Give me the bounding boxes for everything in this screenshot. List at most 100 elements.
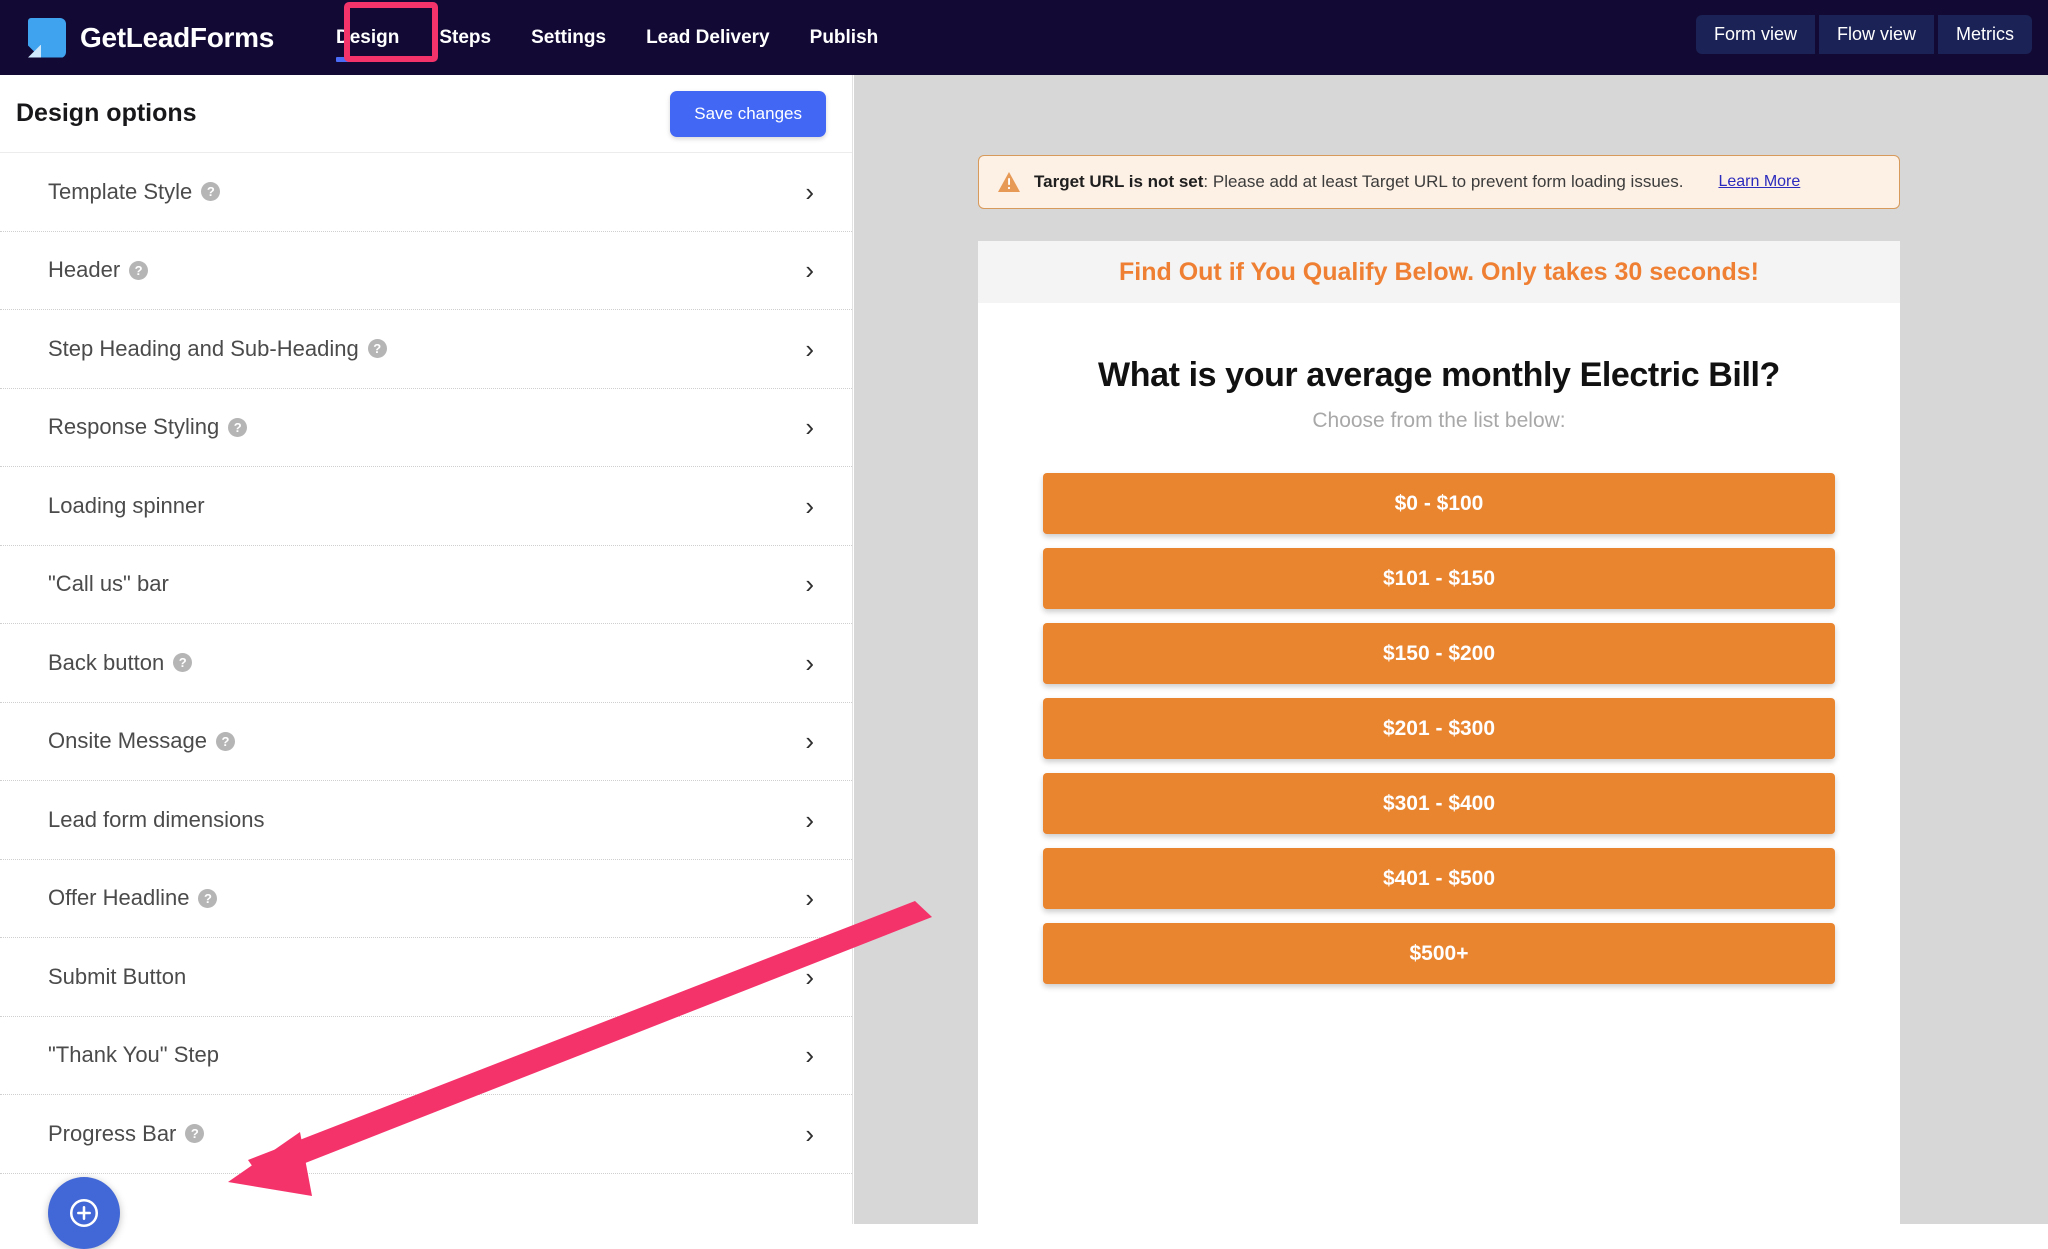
- sidebar-item-onsite-message[interactable]: Onsite Message? ›: [0, 703, 852, 781]
- top-navigation-bar: GetLeadForms Design Steps Settings Lead …: [0, 0, 2048, 75]
- chevron-right-icon[interactable]: ›: [805, 179, 814, 205]
- page-fold-logo-icon: [28, 17, 66, 58]
- nav-link-settings-label: Settings: [531, 26, 607, 48]
- lead-form-preview-card: Find Out if You Qualify Below. Only take…: [978, 241, 1900, 1224]
- flow-view-button[interactable]: Flow view: [1818, 15, 1934, 54]
- sidebar-item-label-wrap: Lead form dimensions: [48, 807, 264, 833]
- nav-link-design-label: Design: [336, 26, 400, 48]
- answer-option-button[interactable]: $101 - $150: [1043, 548, 1835, 609]
- help-icon[interactable]: ?: [228, 417, 248, 437]
- sidebar-item-offer-headline[interactable]: Offer Headline? ›: [0, 860, 852, 938]
- sidebar-item-label: Offer Headline: [48, 885, 190, 911]
- answer-options-list: $0 - $100 $101 - $150 $150 - $200 $201 - $3…: [978, 473, 1900, 984]
- sidebar-item-label: Back button: [48, 649, 165, 675]
- chevron-right-icon[interactable]: ›: [805, 650, 814, 676]
- nav-link-steps-label: Steps: [439, 26, 492, 48]
- sidebar-item-label: Header: [48, 257, 121, 283]
- sidebar-item-label: Lead form dimensions: [48, 806, 265, 832]
- learn-more-link[interactable]: Learn More: [1718, 173, 1800, 191]
- chevron-right-icon[interactable]: ›: [805, 885, 814, 911]
- sidebar-item-template-style[interactable]: Template Style? ›: [0, 153, 852, 232]
- nav-link-publish[interactable]: Publish: [790, 21, 899, 55]
- chevron-right-icon[interactable]: ›: [805, 1042, 814, 1068]
- nav-active-underline: [336, 56, 400, 62]
- sidebar-header: Design options Save changes: [0, 75, 852, 153]
- sidebar-item-label: Loading spinner: [48, 492, 205, 518]
- form-view-button[interactable]: Form view: [1695, 15, 1815, 54]
- design-options-list: Template Style? › Header? › Step Heading and…: [0, 153, 852, 1174]
- sidebar-item-loading-spinner[interactable]: Loading spinner ›: [0, 467, 852, 546]
- help-icon[interactable]: ?: [215, 731, 235, 751]
- sidebar-item-label: Template Style: [48, 178, 193, 204]
- chat-bubble-icon[interactable]: [48, 1177, 120, 1249]
- sidebar-item-label: Step Heading and Sub-Heading: [48, 335, 359, 361]
- sidebar-item-label-wrap: Offer Headline?: [48, 885, 218, 911]
- warning-triangle-icon: [998, 172, 1020, 192]
- answer-option-button[interactable]: $401 - $500: [1043, 848, 1835, 909]
- design-options-sidebar: Design options Save changes Template Sty…: [0, 75, 853, 1224]
- sidebar-item-call-us-bar[interactable]: "Call us" bar ›: [0, 546, 852, 624]
- chevron-right-icon[interactable]: ›: [805, 964, 814, 990]
- chevron-right-icon[interactable]: ›: [805, 257, 814, 283]
- chevron-right-icon[interactable]: ›: [805, 493, 814, 519]
- sidebar-item-back-button[interactable]: Back button? ›: [0, 624, 852, 703]
- chevron-right-icon[interactable]: ›: [805, 1121, 814, 1147]
- sidebar-item-label: Onsite Message: [48, 728, 207, 754]
- metrics-button[interactable]: Metrics: [1938, 15, 2032, 54]
- nav-link-settings[interactable]: Settings: [511, 21, 626, 55]
- sidebar-item-lead-form-dimensions[interactable]: Lead form dimensions ›: [0, 781, 852, 860]
- sidebar-item-label: "Thank You" Step: [48, 1042, 219, 1068]
- sidebar-item-label-wrap: Onsite Message?: [48, 728, 235, 754]
- sidebar-item-label-wrap: "Call us" bar: [48, 571, 169, 597]
- form-preview-panel: Target URL is not set: Please add at lea…: [854, 75, 2048, 1224]
- brand-name: GetLeadForms: [80, 21, 274, 53]
- nav-link-lead-delivery[interactable]: Lead Delivery: [626, 21, 790, 55]
- sidebar-item-response-styling[interactable]: Response Styling? ›: [0, 389, 852, 467]
- nav-link-lead-delivery-label: Lead Delivery: [646, 26, 770, 48]
- alert-message: Target URL is not set: Please add at lea…: [1034, 172, 1683, 192]
- sidebar-item-label: Progress Bar: [48, 1120, 177, 1146]
- sidebar-item-label-wrap: Step Heading and Sub-Heading?: [48, 336, 387, 362]
- chevron-right-icon[interactable]: ›: [805, 336, 814, 362]
- answer-option-button[interactable]: $201 - $300: [1043, 698, 1835, 759]
- answer-option-button[interactable]: $500+: [1043, 923, 1835, 984]
- sidebar-item-label-wrap: Progress Bar?: [48, 1120, 205, 1147]
- sidebar-item-label-wrap: Response Styling?: [48, 414, 248, 440]
- step-heading: What is your average monthly Electric Bi…: [1098, 356, 1780, 394]
- brand-logo-group[interactable]: GetLeadForms: [28, 17, 274, 58]
- sidebar-item-progress-bar[interactable]: Progress Bar? ›: [0, 1095, 852, 1174]
- nav-link-design[interactable]: Design: [316, 21, 419, 62]
- sidebar-item-label-wrap: Header?: [48, 257, 149, 283]
- alert-message-bold: Target URL is not set: [1034, 172, 1204, 191]
- help-icon[interactable]: ?: [173, 653, 193, 673]
- page-title: Design options: [16, 99, 197, 127]
- main-nav-links: Design Steps Settings Lead Delivery Publ…: [316, 21, 899, 62]
- sidebar-item-header[interactable]: Header? ›: [0, 232, 852, 310]
- sidebar-item-thank-you-step[interactable]: "Thank You" Step ›: [0, 1017, 852, 1095]
- chevron-right-icon[interactable]: ›: [805, 728, 814, 754]
- sidebar-item-label-wrap: Loading spinner: [48, 493, 205, 519]
- help-icon[interactable]: ?: [198, 888, 218, 908]
- save-changes-button[interactable]: Save changes: [670, 90, 826, 137]
- chevron-right-icon[interactable]: ›: [805, 571, 814, 597]
- help-icon[interactable]: ?: [367, 339, 387, 359]
- sidebar-item-submit-button[interactable]: Submit Button ›: [0, 938, 852, 1017]
- sidebar-item-label-wrap: "Thank You" Step: [48, 1042, 219, 1068]
- sidebar-item-step-heading-and-sub-heading[interactable]: Step Heading and Sub-Heading? ›: [0, 310, 852, 389]
- chevron-right-icon[interactable]: ›: [805, 807, 814, 833]
- answer-option-button[interactable]: $0 - $100: [1043, 473, 1835, 534]
- answer-option-button[interactable]: $301 - $400: [1043, 773, 1835, 834]
- sidebar-item-label-wrap: Back button?: [48, 649, 193, 676]
- sidebar-item-label-wrap: Submit Button: [48, 964, 186, 990]
- answer-option-button[interactable]: $150 - $200: [1043, 623, 1835, 684]
- chevron-right-icon[interactable]: ›: [805, 414, 814, 440]
- nav-link-steps[interactable]: Steps: [419, 21, 511, 55]
- offer-headline: Find Out if You Qualify Below. Only take…: [978, 241, 1900, 303]
- help-icon[interactable]: ?: [185, 1124, 205, 1144]
- help-icon[interactable]: ?: [129, 260, 149, 280]
- target-url-alert: Target URL is not set: Please add at lea…: [978, 155, 1900, 209]
- sidebar-item-label: Response Styling: [48, 414, 220, 440]
- sidebar-item-label-wrap: Template Style?: [48, 178, 221, 205]
- help-icon[interactable]: ?: [201, 182, 221, 202]
- view-switcher-group: Form view Flow view Metrics: [1695, 15, 2032, 54]
